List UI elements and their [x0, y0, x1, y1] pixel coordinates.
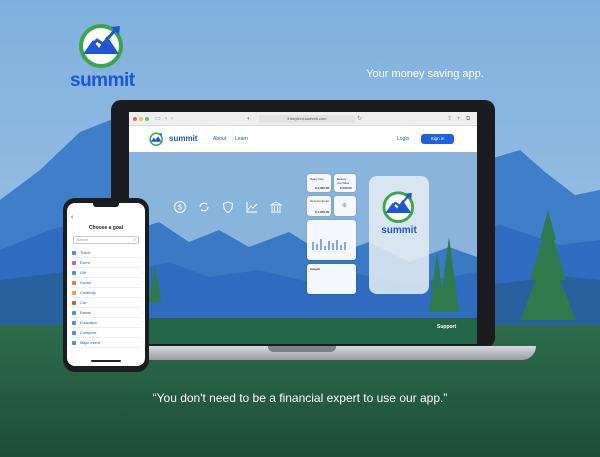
chart-card — [307, 220, 356, 260]
phone-screen: ‹ Choose a goal Search ⌕ Travel Event Gi… — [67, 203, 145, 366]
goal-item-computer[interactable]: Computer — [71, 328, 141, 338]
goal-card-beauty[interactable]: Beauty purchase $ 500.00 — [334, 174, 356, 192]
goal-card-rainy-day[interactable]: Rainy Day $ 3,000.00 — [307, 174, 331, 192]
support-link[interactable]: Support — [437, 324, 456, 330]
summit-logo-icon — [79, 24, 123, 68]
goal-list: Travel Event Gift House Creativity Car R… — [71, 248, 141, 348]
minimize-window-icon[interactable] — [139, 117, 143, 121]
goal-item-event[interactable]: Event — [71, 258, 141, 268]
close-window-icon[interactable] — [133, 117, 137, 121]
feature-icons-row: $ — [173, 200, 287, 216]
maximize-window-icon[interactable] — [145, 117, 149, 121]
goal-checkbox[interactable] — [72, 291, 76, 295]
app-splash-screen: summit — [369, 176, 429, 294]
svg-text:$: $ — [178, 205, 182, 212]
site-logo-icon[interactable] — [149, 132, 164, 146]
brand-wordmark: summit — [70, 70, 135, 91]
site-wordmark[interactable]: summit — [169, 134, 197, 143]
brand-lockup: summit — [70, 22, 135, 92]
back-chevron-icon[interactable]: ‹ — [71, 214, 73, 221]
goal-item-gift[interactable]: Gift — [71, 268, 141, 278]
goal-item-travel[interactable]: Travel — [71, 248, 141, 258]
address-bar[interactable]: ihtmyfunt.summit.com — [259, 115, 355, 123]
mini-bar-chart — [312, 239, 346, 250]
phone-notch — [93, 203, 119, 207]
back-icon[interactable]: ‹ — [165, 115, 167, 123]
goal-item-creativity[interactable]: Creativity — [71, 288, 141, 298]
goal-checkbox[interactable] — [72, 261, 76, 265]
goal-checkbox[interactable] — [72, 331, 76, 335]
goal-checkbox[interactable] — [72, 271, 76, 275]
site-footer-band — [129, 318, 477, 344]
bank-icon — [269, 201, 283, 213]
goal-checkbox[interactable] — [72, 301, 76, 305]
site-header: summit About Learn Login Sign in — [129, 126, 477, 152]
splash-logo-icon — [382, 191, 415, 223]
tabs-overview-icon[interactable]: ⧉ — [466, 115, 470, 123]
new-tab-icon[interactable]: + — [457, 115, 461, 123]
goal-checkbox[interactable] — [72, 321, 76, 325]
laptop-notch — [268, 346, 336, 352]
nav-about-link[interactable]: About — [213, 136, 226, 142]
reload-icon[interactable]: ↻ — [357, 115, 362, 123]
shield-privacy-icon[interactable]: ◐ — [247, 115, 251, 123]
nav-learn-link[interactable]: Learn — [235, 136, 248, 142]
goal-checkbox[interactable] — [72, 281, 76, 285]
quote-text: “You don't need to be a financial expert… — [152, 391, 448, 405]
home-indicator — [91, 360, 121, 362]
sidebar-icon[interactable]: ▭ — [155, 115, 161, 123]
choose-goal-title: Choose a goal — [88, 225, 124, 231]
goal-search-input[interactable]: Search ⌕ — [73, 236, 139, 244]
search-icon: ⌕ — [133, 237, 136, 243]
add-goal-card[interactable]: ⊕ — [334, 196, 356, 216]
goal-checkbox[interactable] — [72, 311, 76, 315]
insight-card: Insight — [307, 264, 356, 294]
browser-toolbar: ▭ ‹ › ◐ ihtmyfunt.summit.com ↻ ⇪ + ⧉ — [129, 112, 477, 126]
goal-item-education[interactable]: Education — [71, 318, 141, 328]
laptop-screen: ▭ ‹ › ◐ ihtmyfunt.summit.com ↻ ⇪ + ⧉ sum… — [129, 112, 477, 344]
goal-card-computer[interactable]: New computer $ 1,200.00 — [307, 196, 331, 216]
goal-item-house[interactable]: House — [71, 278, 141, 288]
refresh-icon — [199, 202, 209, 212]
goal-item-rainte[interactable]: Rainte — [71, 308, 141, 318]
forward-icon[interactable]: › — [171, 115, 173, 123]
share-icon[interactable]: ⇪ — [447, 115, 452, 123]
search-placeholder: Search — [77, 238, 89, 242]
login-link[interactable]: Login — [397, 136, 409, 142]
dollar-circle-icon: $ — [174, 201, 186, 213]
sign-in-button[interactable]: Sign in — [421, 134, 454, 144]
add-icon: ⊕ — [342, 203, 348, 209]
tagline: Your money saving app. — [366, 68, 484, 80]
splash-wordmark: summit — [381, 225, 417, 236]
goal-checkbox[interactable] — [72, 341, 76, 345]
chart-line-icon — [246, 202, 258, 213]
goal-checkbox[interactable] — [72, 251, 76, 255]
shield-icon — [222, 201, 234, 214]
goal-item-major-event[interactable]: Major event — [71, 338, 141, 348]
goal-item-car[interactable]: Car — [71, 298, 141, 308]
